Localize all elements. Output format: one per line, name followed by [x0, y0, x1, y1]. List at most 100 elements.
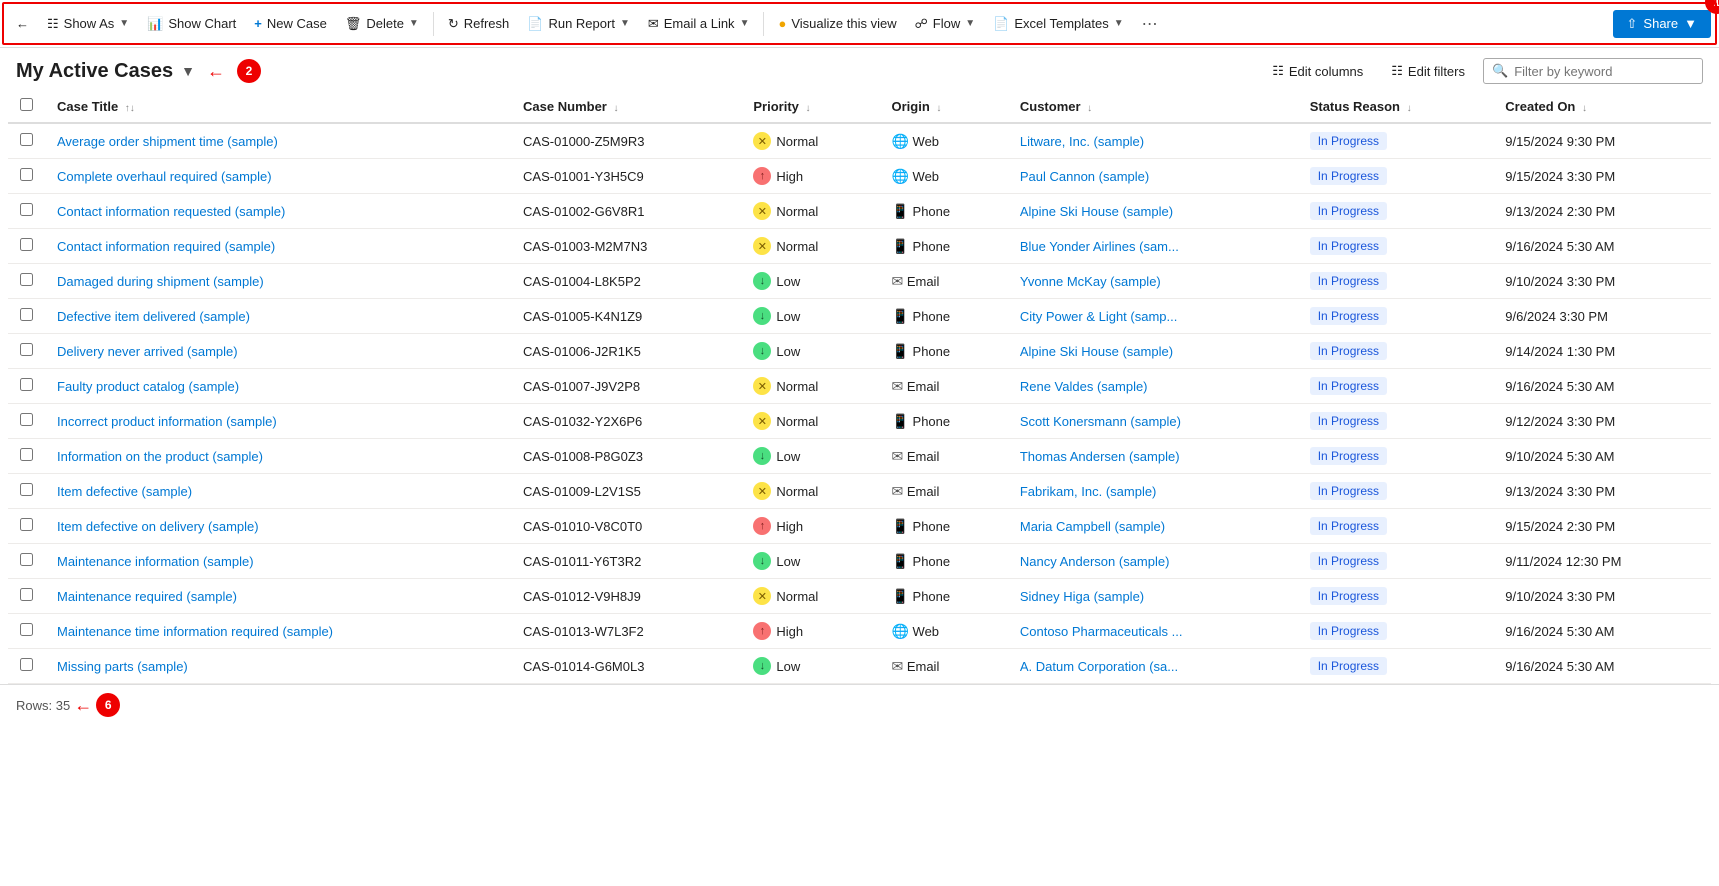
- row-checkbox[interactable]: [20, 553, 33, 566]
- list-title-chevron[interactable]: ▼: [181, 63, 195, 79]
- show-as-button[interactable]: ☷ Show As ▼: [39, 12, 137, 36]
- customer-link[interactable]: Litware, Inc. (sample): [1020, 134, 1144, 149]
- row-checkbox[interactable]: [20, 133, 33, 146]
- case-title-link[interactable]: Average order shipment time (sample): [57, 134, 278, 149]
- customer-link[interactable]: Sidney Higa (sample): [1020, 589, 1144, 604]
- run-report-button[interactable]: 📄 Run Report ▼: [519, 12, 638, 36]
- cell-created-on: 9/10/2024 3:30 PM: [1493, 579, 1711, 614]
- email-link-button[interactable]: ✉ Email a Link ▼: [640, 12, 758, 36]
- cell-case-number: CAS-01011-Y6T3R2: [511, 544, 741, 579]
- col-case-number[interactable]: Case Number ↓: [511, 90, 741, 123]
- show-chart-button[interactable]: 📊 Show Chart: [139, 12, 244, 36]
- row-checkbox[interactable]: [20, 378, 33, 391]
- row-checkbox[interactable]: [20, 448, 33, 461]
- table-row: Maintenance time information required (s…: [8, 614, 1711, 649]
- col-priority[interactable]: Priority ↓: [741, 90, 879, 123]
- cell-status-reason: In Progress: [1298, 369, 1494, 404]
- row-checkbox[interactable]: [20, 343, 33, 356]
- case-title-link[interactable]: Item defective on delivery (sample): [57, 519, 259, 534]
- customer-link[interactable]: Fabrikam, Inc. (sample): [1020, 484, 1157, 499]
- share-label: Share: [1643, 16, 1678, 31]
- table-row: Item defective (sample) CAS-01009-L2V1S5…: [8, 474, 1711, 509]
- customer-link[interactable]: Blue Yonder Airlines (sam...: [1020, 239, 1179, 254]
- row-checkbox[interactable]: [20, 588, 33, 601]
- new-case-button[interactable]: + New Case: [246, 12, 335, 35]
- case-title-link[interactable]: Information on the product (sample): [57, 449, 263, 464]
- customer-link[interactable]: Alpine Ski House (sample): [1020, 204, 1173, 219]
- row-checkbox[interactable]: [20, 623, 33, 636]
- more-options-button[interactable]: ⋯: [1134, 10, 1166, 38]
- cell-origin: 📱 Phone: [879, 229, 1007, 264]
- row-checkbox[interactable]: [20, 518, 33, 531]
- customer-link[interactable]: Alpine Ski House (sample): [1020, 344, 1173, 359]
- row-checkbox[interactable]: [20, 658, 33, 671]
- case-title-link[interactable]: Contact information requested (sample): [57, 204, 285, 219]
- customer-link[interactable]: City Power & Light (samp...: [1020, 309, 1178, 324]
- case-title-link[interactable]: Incorrect product information (sample): [57, 414, 277, 429]
- back-button[interactable]: ←: [8, 12, 37, 35]
- cell-origin: 🌐 Web: [879, 123, 1007, 159]
- case-title-link[interactable]: Maintenance time information required (s…: [57, 624, 333, 639]
- customer-link[interactable]: Maria Campbell (sample): [1020, 519, 1165, 534]
- excel-button[interactable]: 📄 Excel Templates ▼: [985, 12, 1132, 36]
- col-customer[interactable]: Customer ↓: [1008, 90, 1298, 123]
- share-button[interactable]: ⇧ Share ▼: [1613, 10, 1711, 38]
- filter-keyword-input[interactable]: [1514, 64, 1694, 79]
- row-checkbox[interactable]: [20, 483, 33, 496]
- col-created-on[interactable]: Created On ↓: [1493, 90, 1711, 123]
- cell-origin: 📱 Phone: [879, 579, 1007, 614]
- case-title-link[interactable]: Contact information required (sample): [57, 239, 275, 254]
- case-title-link[interactable]: Item defective (sample): [57, 484, 192, 499]
- search-icon: 🔍: [1492, 63, 1508, 79]
- status-badge: In Progress: [1310, 342, 1387, 360]
- priority-circle: ↓: [753, 552, 771, 570]
- customer-link[interactable]: Rene Valdes (sample): [1020, 379, 1148, 394]
- edit-columns-button[interactable]: ☷ Edit columns: [1262, 58, 1373, 84]
- row-checkbox[interactable]: [20, 203, 33, 216]
- cell-case-number: CAS-01007-J9V2P8: [511, 369, 741, 404]
- case-title-link[interactable]: Faulty product catalog (sample): [57, 379, 239, 394]
- divider-2: [763, 12, 764, 36]
- priority-indicator: ✕ Normal: [753, 202, 818, 220]
- case-title-link[interactable]: Delivery never arrived (sample): [57, 344, 238, 359]
- status-badge: In Progress: [1310, 622, 1387, 640]
- filter-keyword-box: 🔍: [1483, 58, 1703, 84]
- visualize-button[interactable]: ● Visualize this view: [770, 12, 904, 35]
- col-status-reason[interactable]: Status Reason ↓: [1298, 90, 1494, 123]
- cell-case-number: CAS-01013-W7L3F2: [511, 614, 741, 649]
- cell-status-reason: In Progress: [1298, 404, 1494, 439]
- customer-link[interactable]: Contoso Pharmaceuticals ...: [1020, 624, 1183, 639]
- case-title-link[interactable]: Maintenance information (sample): [57, 554, 254, 569]
- row-checkbox[interactable]: [20, 238, 33, 251]
- row-checkbox[interactable]: [20, 413, 33, 426]
- case-title-link[interactable]: Complete overhaul required (sample): [57, 169, 272, 184]
- col-case-title[interactable]: Case Title ↑↓: [45, 90, 511, 123]
- case-title-link[interactable]: Maintenance required (sample): [57, 589, 237, 604]
- select-all-checkbox[interactable]: [20, 98, 33, 111]
- col-origin[interactable]: Origin ↓: [879, 90, 1007, 123]
- cell-case-title: Complete overhaul required (sample): [45, 159, 511, 194]
- customer-link[interactable]: Yvonne McKay (sample): [1020, 274, 1161, 289]
- customer-link[interactable]: A. Datum Corporation (sa...: [1020, 659, 1178, 674]
- row-checkbox[interactable]: [20, 168, 33, 181]
- case-title-link[interactable]: Damaged during shipment (sample): [57, 274, 264, 289]
- row-checkbox[interactable]: [20, 308, 33, 321]
- origin-icon: ✉: [891, 273, 903, 289]
- case-title-link[interactable]: Missing parts (sample): [57, 659, 188, 674]
- delete-button[interactable]: 🗑 Delete ▼: [337, 12, 427, 36]
- edit-columns-label: Edit columns: [1289, 64, 1363, 79]
- customer-link[interactable]: Nancy Anderson (sample): [1020, 554, 1170, 569]
- customer-link[interactable]: Thomas Andersen (sample): [1020, 449, 1180, 464]
- row-checkbox[interactable]: [20, 273, 33, 286]
- customer-link[interactable]: Paul Cannon (sample): [1020, 169, 1149, 184]
- refresh-button[interactable]: ↻ Refresh: [440, 12, 517, 36]
- cell-case-number: CAS-01006-J2R1K5: [511, 334, 741, 369]
- status-badge: In Progress: [1310, 237, 1387, 255]
- customer-link[interactable]: Scott Konersmann (sample): [1020, 414, 1181, 429]
- edit-filters-button[interactable]: ☷ Edit filters: [1381, 58, 1475, 84]
- flow-button[interactable]: ☍ Flow ▼: [907, 12, 984, 36]
- table-scroll[interactable]: Case Title ↑↓ Case Number ↓ Priority ↓ O…: [8, 90, 1711, 684]
- case-title-link[interactable]: Defective item delivered (sample): [57, 309, 250, 324]
- row-checkbox-cell: [8, 194, 45, 229]
- cell-status-reason: In Progress: [1298, 614, 1494, 649]
